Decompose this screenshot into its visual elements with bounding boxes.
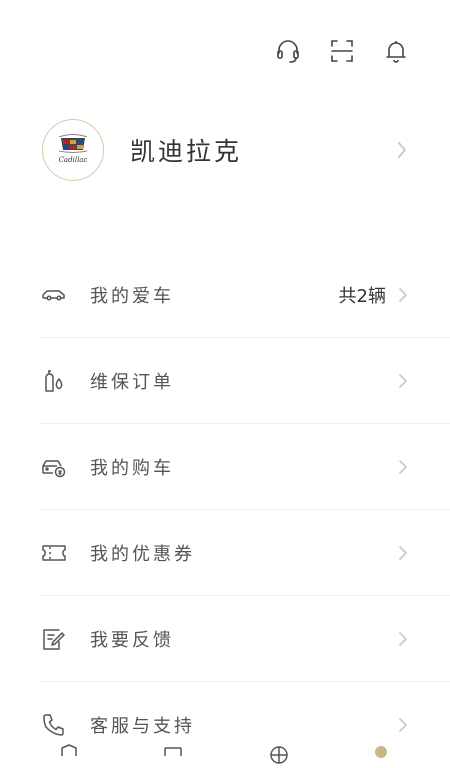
menu-item-label: 我的购车 [90,457,174,479]
menu-item-label: 维保订单 [90,371,174,393]
chevron-right-icon [399,459,407,474]
chevron-right-icon [399,545,407,560]
ticket-icon [40,538,70,568]
chevron-right-icon [399,718,407,732]
bottom-tab-bar [0,744,450,764]
svg-text:Cadillac: Cadillac [59,156,88,164]
profile-row[interactable]: Cadillac 凯迪拉克 [42,118,410,182]
bell-icon[interactable] [382,36,410,66]
tab-list-icon[interactable] [162,744,184,764]
phone-icon [40,710,70,740]
menu-item-label: 我的优惠券 [90,543,195,565]
chevron-right-icon [399,631,407,646]
tab-home-icon[interactable] [58,744,80,764]
tab-globe-icon[interactable] [268,744,290,764]
cadillac-logo: Cadillac [59,134,88,164]
menu-item-my-coupons[interactable]: 我的优惠券 [40,510,450,596]
tab-profile-icon[interactable] [370,744,392,764]
headset-icon[interactable] [274,36,302,66]
avatar: Cadillac [42,119,104,181]
chevron-right-icon [399,287,407,302]
chevron-right-icon [398,142,406,158]
menu-item-maintenance-orders[interactable]: 维保订单 [40,338,450,424]
car-icon [40,280,70,310]
header-actions [274,36,410,66]
menu-list: 我的爱车 共2辆 维保订单 我的购车 我的优惠券 我要反馈 客服与支持 [40,252,450,768]
car-count: 共2辆 [338,285,386,307]
chevron-right-icon [399,373,407,388]
menu-item-label: 我要反馈 [90,629,174,651]
menu-item-my-purchases[interactable]: 我的购车 [40,424,450,510]
menu-item-feedback[interactable]: 我要反馈 [40,596,450,682]
menu-item-my-cars[interactable]: 我的爱车 共2辆 [40,252,450,338]
edit-icon [40,624,70,654]
oil-bottle-icon [40,366,70,396]
scan-icon[interactable] [328,36,356,66]
car-purchase-icon [40,452,70,482]
menu-item-label: 我的爱车 [90,285,174,307]
username: 凯迪拉克 [130,137,243,166]
menu-item-label: 客服与支持 [90,716,195,737]
